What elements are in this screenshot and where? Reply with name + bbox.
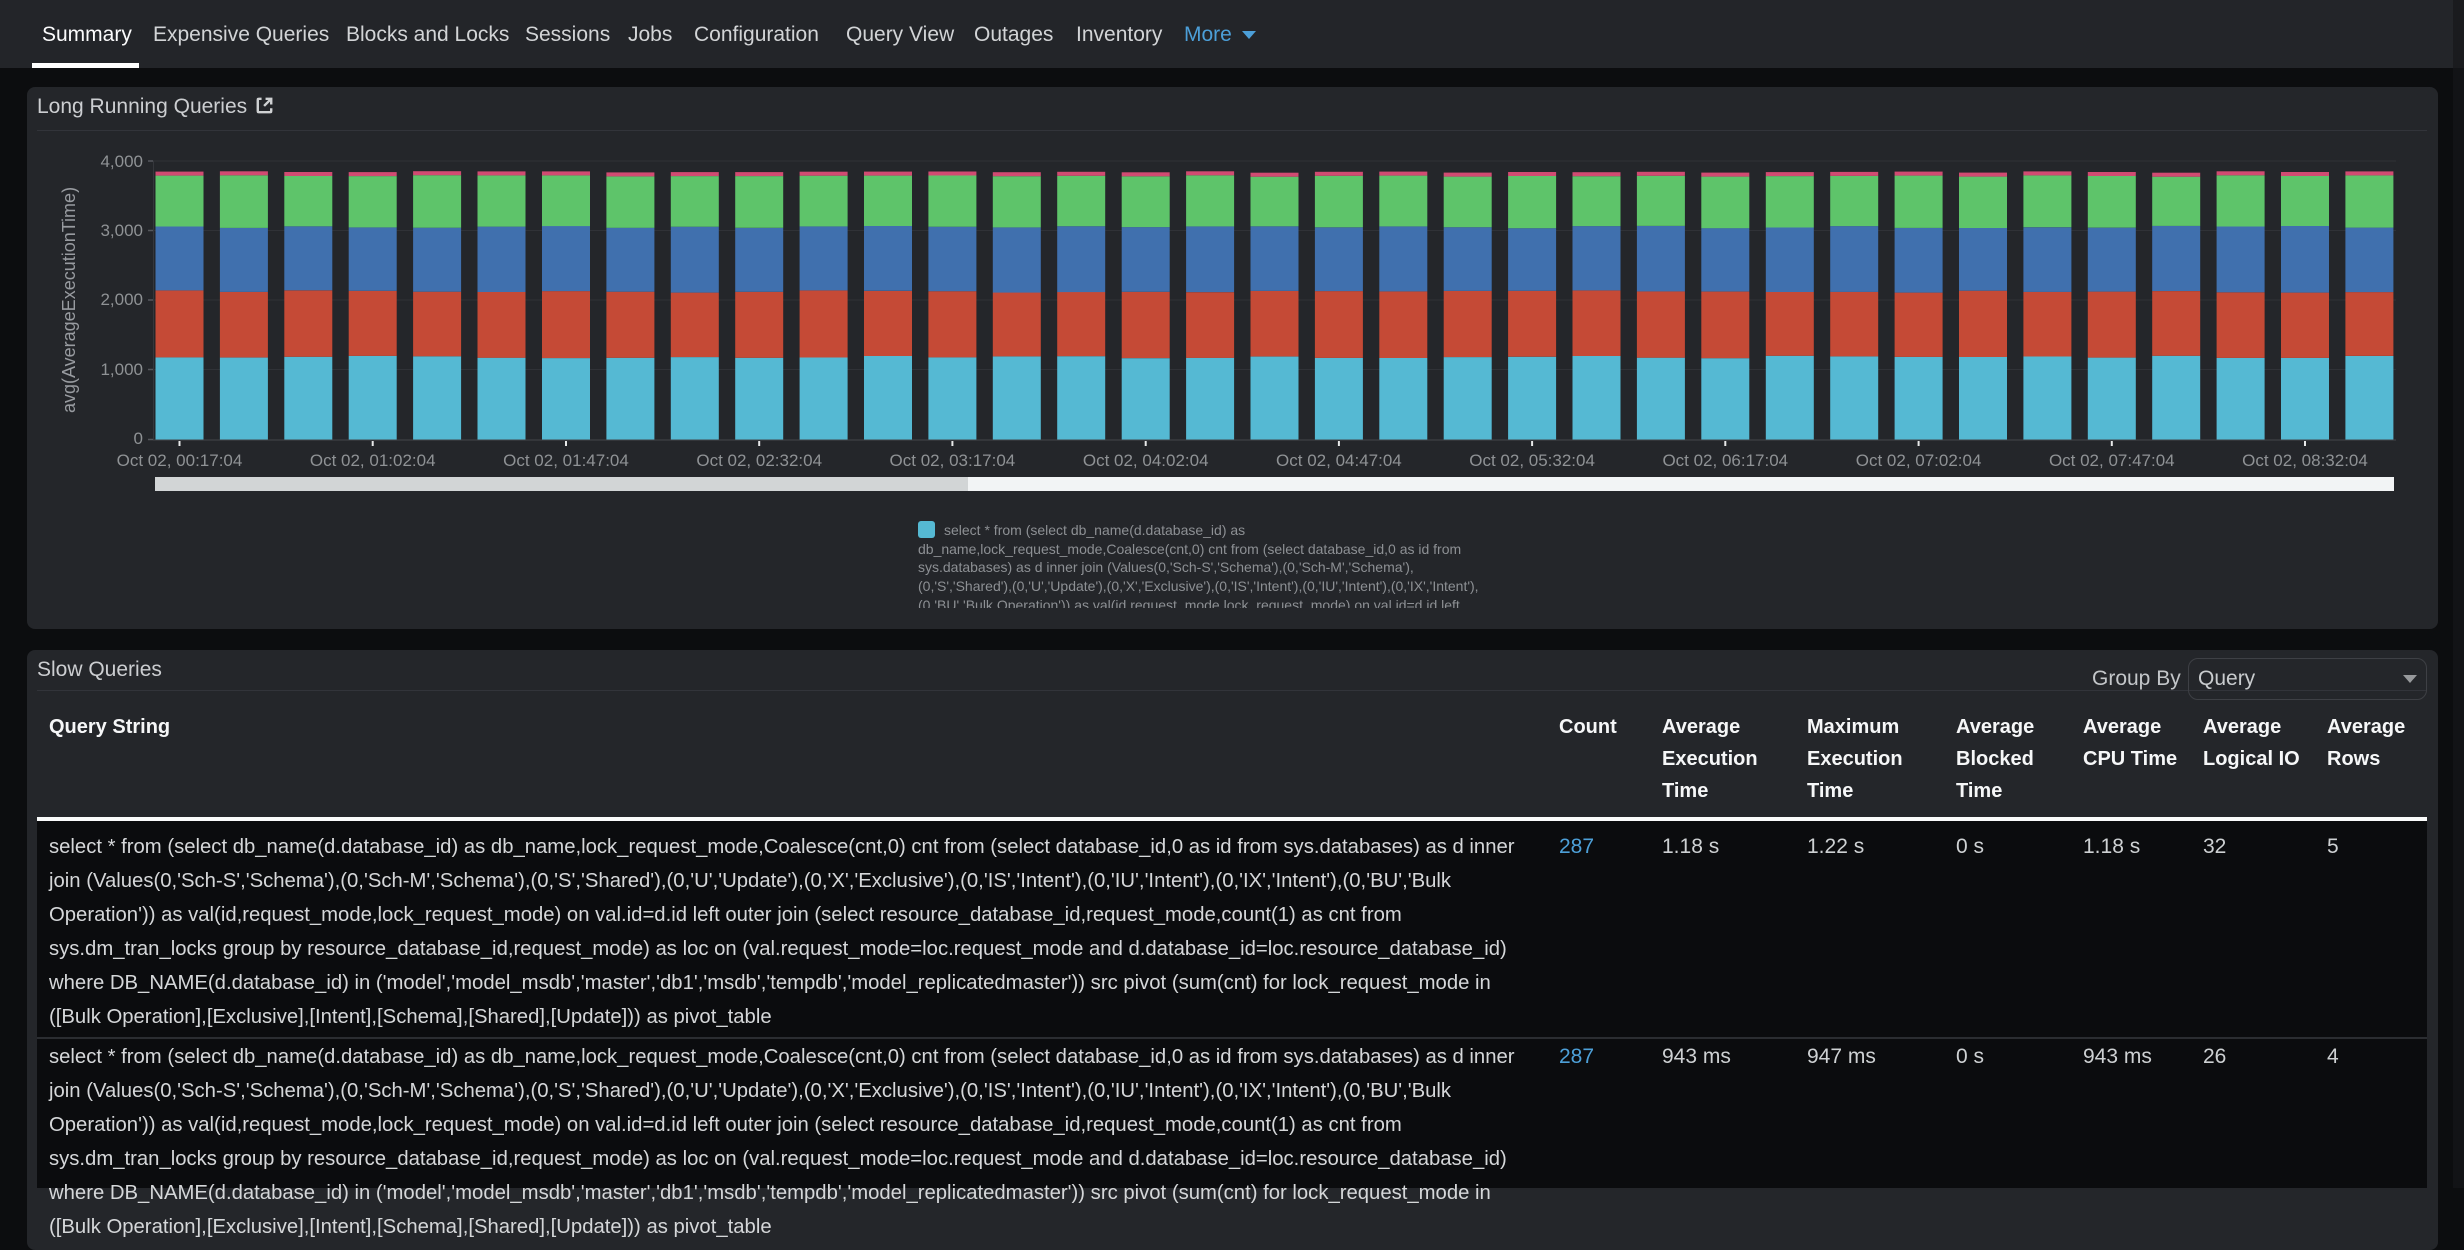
svg-text:1,000: 1,000 (100, 360, 143, 379)
svg-text:Oct 02, 01:02:04: Oct 02, 01:02:04 (310, 451, 436, 470)
svg-text:Oct 02, 04:02:04: Oct 02, 04:02:04 (1083, 451, 1209, 470)
svg-text:Oct 02, 06:17:04: Oct 02, 06:17:04 (1662, 451, 1788, 470)
svg-text:Oct 02, 03:17:04: Oct 02, 03:17:04 (890, 451, 1016, 470)
svg-text:Oct 02, 08:32:04: Oct 02, 08:32:04 (2242, 451, 2368, 470)
svg-text:4,000: 4,000 (100, 152, 143, 171)
svg-text:0: 0 (134, 429, 143, 448)
svg-text:Oct 02, 01:47:04: Oct 02, 01:47:04 (503, 451, 629, 470)
svg-text:Oct 02, 05:32:04: Oct 02, 05:32:04 (1469, 451, 1595, 470)
svg-text:Oct 02, 04:47:04: Oct 02, 04:47:04 (1276, 451, 1402, 470)
svg-text:Oct 02, 07:47:04: Oct 02, 07:47:04 (2049, 451, 2175, 470)
svg-text:3,000: 3,000 (100, 221, 143, 240)
svg-text:Oct 02, 02:32:04: Oct 02, 02:32:04 (696, 451, 822, 470)
svg-text:2,000: 2,000 (100, 290, 143, 309)
svg-text:Oct 02, 07:02:04: Oct 02, 07:02:04 (1856, 451, 1982, 470)
svg-text:Oct 02, 00:17:04: Oct 02, 00:17:04 (117, 451, 243, 470)
svg-text:avg(AverageExecutionTime): avg(AverageExecutionTime) (59, 187, 79, 413)
